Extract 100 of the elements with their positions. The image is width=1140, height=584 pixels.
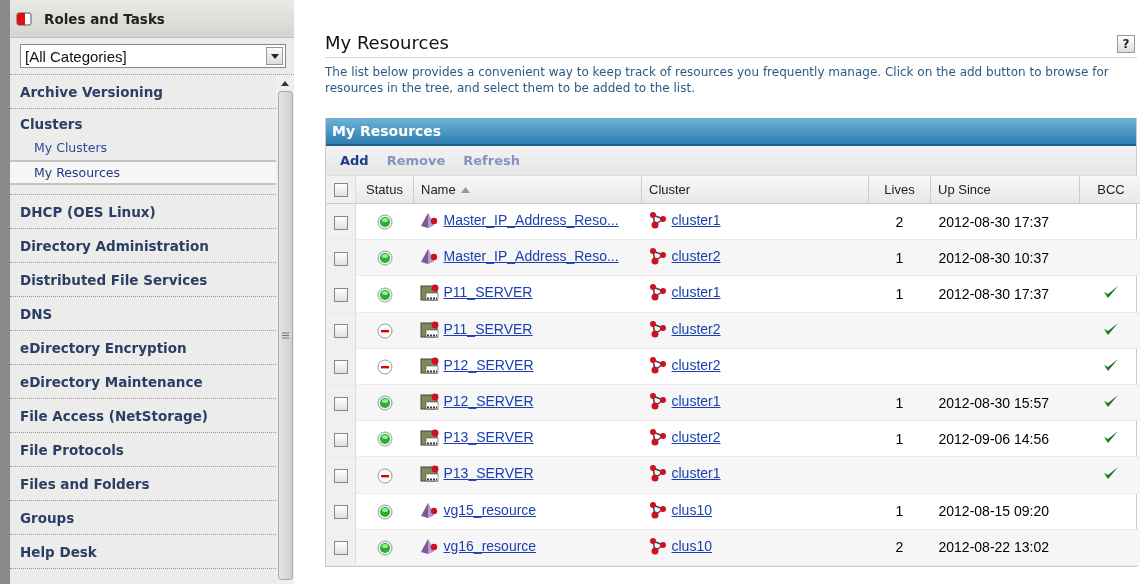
check-mark-icon (1103, 466, 1119, 481)
up-since-value: 2012-08-30 10:37 (938, 249, 1050, 266)
scrollbar[interactable] (276, 75, 294, 584)
toolbar-button[interactable]: Add (340, 153, 369, 168)
resource-link[interactable]: P11_SERVER (443, 320, 533, 337)
column-header[interactable]: Lives (868, 176, 931, 204)
cluster-icon (647, 428, 668, 447)
column-header[interactable]: Status (355, 176, 414, 204)
pyramid-icon (419, 501, 440, 518)
pyramid-icon (419, 212, 440, 229)
checkbox[interactable] (333, 251, 348, 266)
online-status-icon (376, 431, 393, 448)
sort-ascending-icon (460, 186, 470, 193)
lives-value: 1 (895, 394, 904, 411)
checkbox[interactable] (333, 288, 348, 303)
cluster-link[interactable]: cluster2 (671, 429, 721, 446)
task-link[interactable]: My Resources (10, 160, 276, 185)
server-icon (419, 319, 440, 338)
server-icon (419, 355, 440, 374)
checkbox[interactable] (333, 360, 348, 375)
pyramid-icon (419, 248, 440, 265)
up-since-value: 2012-08-30 17:37 (938, 285, 1050, 302)
online-status-icon (376, 214, 393, 231)
page-title: My Resources (325, 32, 449, 53)
cluster-link[interactable]: clus10 (671, 501, 712, 518)
resource-link[interactable]: P12_SERVER (443, 393, 534, 410)
checkbox[interactable] (333, 505, 348, 520)
cluster-link[interactable]: cluster1 (671, 393, 721, 410)
roles-icon (16, 11, 32, 26)
offline-status-icon (376, 359, 393, 375)
resource-link[interactable]: P13_SERVER (443, 465, 534, 482)
pyramid-icon (419, 537, 440, 554)
check-mark-icon (1103, 430, 1119, 445)
checkbox[interactable] (333, 469, 348, 484)
cluster-link[interactable]: cluster2 (671, 356, 721, 373)
resource-link[interactable]: P12_SERVER (443, 356, 534, 373)
dropdown-caret-icon (270, 53, 279, 59)
cluster-icon (647, 500, 668, 519)
dropdown-value: [All Categories] (24, 47, 128, 65)
category-dropdown[interactable]: [All Categories] (20, 44, 286, 68)
column-header[interactable]: BCC (1079, 176, 1140, 204)
up-since-value: 2012-09-06 14:56 (938, 430, 1050, 447)
cluster-icon (647, 283, 668, 302)
lives-value: 1 (895, 249, 904, 266)
cluster-icon (647, 211, 668, 230)
server-icon (419, 464, 440, 483)
offline-status-icon (376, 467, 393, 484)
column-header[interactable]: Name (413, 176, 642, 204)
offline-status-icon (376, 322, 393, 339)
up-since-value: 2012-08-30 17:37 (938, 213, 1050, 230)
cluster-link[interactable]: cluster1 (671, 465, 721, 482)
cluster-icon (647, 355, 668, 374)
resource-link[interactable]: Master_IP_Address_Reso... (443, 212, 619, 229)
grip-icon (281, 332, 289, 339)
lives-value: 2 (895, 539, 904, 556)
cluster-link[interactable]: cluster2 (671, 248, 721, 265)
resource-link[interactable]: vg15_resource (443, 501, 537, 518)
checkbox[interactable] (333, 541, 348, 556)
server-icon (419, 283, 440, 302)
scroll-up-icon[interactable] (281, 81, 289, 87)
cluster-link[interactable]: cluster2 (671, 320, 721, 337)
checkbox[interactable] (333, 396, 348, 411)
online-status-icon (376, 503, 393, 520)
server-icon (419, 392, 440, 411)
up-since-value: 2012-08-15 09:20 (938, 503, 1050, 520)
cluster-icon (647, 464, 668, 483)
online-status-icon (376, 395, 393, 412)
sidebar-title: Roles and Tasks (44, 10, 165, 27)
resource-link[interactable]: P13_SERVER (443, 429, 534, 446)
resource-link[interactable]: vg16_resource (443, 537, 537, 554)
server-icon (419, 428, 440, 447)
lives-value: 1 (895, 285, 904, 302)
check-mark-icon (1103, 394, 1119, 409)
panel-title: My Resources (332, 123, 442, 139)
lives-value: 2 (895, 213, 904, 230)
lives-value: 1 (895, 430, 904, 447)
check-mark-icon (1103, 357, 1119, 372)
checkbox[interactable] (333, 183, 348, 198)
cluster-icon (647, 319, 668, 338)
column-header[interactable]: Up Since (930, 176, 1080, 204)
cluster-link[interactable]: cluster1 (671, 284, 721, 301)
resource-link[interactable]: P11_SERVER (443, 284, 533, 301)
cluster-icon (647, 536, 668, 555)
cluster-link[interactable]: cluster1 (671, 212, 721, 229)
checkbox[interactable] (333, 215, 348, 230)
task-link[interactable]: My Clusters (10, 135, 276, 160)
category-item[interactable]: Clusters (10, 109, 276, 135)
online-status-icon (376, 250, 393, 267)
online-status-icon (376, 286, 393, 303)
cluster-icon (647, 392, 668, 411)
online-status-icon (376, 539, 393, 556)
column-header[interactable]: Cluster (641, 176, 869, 204)
check-mark-icon (1103, 321, 1119, 336)
up-since-value: 2012-08-22 13:02 (938, 539, 1050, 556)
help-button[interactable]: ? (1117, 35, 1135, 53)
cluster-icon (647, 247, 668, 266)
lives-value: 1 (895, 503, 904, 520)
cluster-link[interactable]: clus10 (671, 537, 712, 554)
checkbox[interactable] (333, 324, 348, 339)
checkbox[interactable] (333, 432, 348, 447)
